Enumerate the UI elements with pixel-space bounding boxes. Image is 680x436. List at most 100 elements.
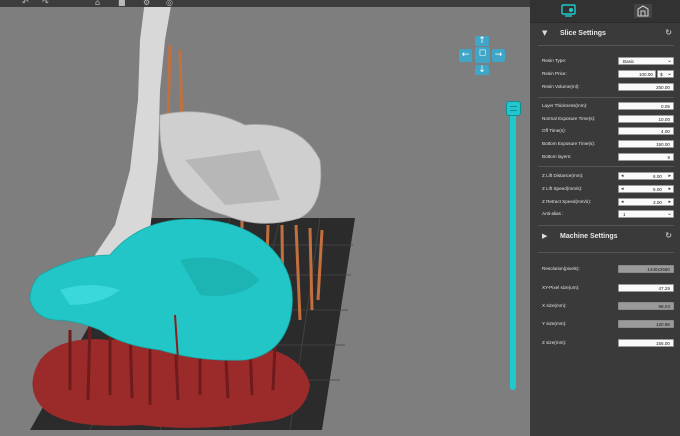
layer-thickness-row: Layer Thickness(mm): 0.05 <box>542 102 674 111</box>
anti-alias-label: Anti-alias : <box>542 211 564 216</box>
off-time-label: Off Time(s): <box>542 128 566 133</box>
refresh-icon[interactable]: ↻ <box>665 231 672 240</box>
view-cube-icon[interactable]: ◻ <box>475 47 490 63</box>
bottom-layers-input[interactable]: 6 <box>618 153 674 161</box>
currency-select[interactable]: $ ⌄ <box>657 70 674 78</box>
chevron-down-icon: ⌄ <box>666 70 672 77</box>
layer-thickness-label: Layer Thickness(mm): <box>542 103 588 108</box>
settings-icon[interactable]: ◎ <box>166 0 173 7</box>
xy-pixel-input[interactable]: 47.25 <box>618 284 674 292</box>
resin-type-value: Basic <box>623 59 635 64</box>
model-scene[interactable] <box>0 0 530 436</box>
divider <box>538 252 674 253</box>
z-lift-distance-row: Z Lift Distance(mm): ◂ 6.00 ▸ <box>542 172 674 181</box>
z-lift-distance-stepper[interactable]: ◂ 6.00 ▸ <box>618 172 674 180</box>
resin-type-label: Resin Type: <box>542 58 567 63</box>
layer-slider-handle[interactable] <box>506 101 521 116</box>
machine-tab-icon[interactable] <box>634 4 652 18</box>
layer-slider-track[interactable] <box>510 112 516 390</box>
z-lift-speed-row: Z Lift Speed(mm/s): ◂ 5.00 ▸ <box>542 185 674 194</box>
xy-pixel-label: XY-Pixel size(um): <box>542 285 580 290</box>
expand-triangle-icon[interactable]: ▶ <box>542 232 547 240</box>
anti-alias-row: Anti-alias : 1 ⌄ <box>542 210 674 219</box>
3d-viewport[interactable]: ↶ ↷ ⌂ ■ ⚙ ◎ ↑ ← ◻ → ↓ <box>0 0 530 436</box>
z-retract-speed-row: Z Retract Speed(mm/s): ◂ 3.00 ▸ <box>542 198 674 207</box>
resin-type-select[interactable]: Basic ⌄ <box>618 57 674 65</box>
resin-price-input[interactable]: 100.00 <box>618 70 656 78</box>
z-lift-speed-value: 5.00 <box>653 187 662 192</box>
bottom-layers-row: Bottom layers: 6 <box>542 153 674 162</box>
redo-icon[interactable]: ↷ <box>42 0 49 7</box>
decrement-icon[interactable]: ◂ <box>621 186 624 193</box>
view-navigation-cube: ↑ ← ◻ → ↓ <box>459 36 505 78</box>
x-size-label: X size(mm): <box>542 303 567 308</box>
settings-panel: ▼ Slice Settings ↻ Resin Type: Basic ⌄ R… <box>530 0 680 436</box>
increment-icon[interactable]: ▸ <box>668 186 671 193</box>
normal-exposure-row: Normal Exposure Time(s): 10.00 <box>542 115 674 124</box>
resin-volume-row: Resin Volume(ml): 250.00 <box>542 83 674 92</box>
slice-settings-header[interactable]: ▼ Slice Settings ↻ <box>536 27 676 43</box>
increment-icon[interactable]: ▸ <box>668 173 671 180</box>
z-retract-speed-label: Z Retract Speed(mm/s): <box>542 199 592 204</box>
slice-settings-tab-icon[interactable] <box>560 4 578 18</box>
layers-icon[interactable]: ⚙ <box>143 0 150 7</box>
resolution-row: Resolution(pixels): 1440x2560 <box>542 265 674 274</box>
normal-exposure-label: Normal Exposure Time(s): <box>542 116 596 121</box>
home-icon[interactable]: ⌂ <box>95 0 100 7</box>
machine-settings-header[interactable]: ▶ Machine Settings ↻ <box>536 230 676 246</box>
resin-type-row: Resin Type: Basic ⌄ <box>542 57 674 66</box>
z-size-row: Z size(mm): 155.00 <box>542 339 674 348</box>
z-lift-speed-label: Z Lift Speed(mm/s): <box>542 186 583 191</box>
off-time-input[interactable]: 4.00 <box>618 127 674 135</box>
pan-right-icon[interactable]: → <box>492 49 505 62</box>
pan-down-icon[interactable]: ↓ <box>475 65 489 75</box>
normal-exposure-input[interactable]: 10.00 <box>618 115 674 123</box>
z-retract-speed-value: 3.00 <box>653 200 662 205</box>
bottom-exposure-label: Bottom Exposure Time(s): <box>542 141 596 146</box>
divider <box>538 45 674 46</box>
decrement-icon[interactable]: ◂ <box>621 199 624 206</box>
undo-icon[interactable]: ↶ <box>22 0 29 7</box>
y-size-row: Y size(mm): 120.96 <box>542 320 674 329</box>
divider <box>538 225 674 226</box>
viewport-toolbar: ↶ ↷ ⌂ ■ ⚙ ◎ <box>0 0 530 7</box>
decrement-icon[interactable]: ◂ <box>621 173 624 180</box>
resin-price-value: 100.00 <box>638 72 653 77</box>
bottom-exposure-row: Bottom Exposure Time(s): 150.00 <box>542 140 674 149</box>
y-size-field: 120.96 <box>618 320 674 328</box>
xy-pixel-row: XY-Pixel size(um): 47.25 <box>542 284 674 293</box>
resin-volume-label: Resin Volume(ml): <box>542 84 580 89</box>
bottom-layers-label: Bottom layers: <box>542 154 572 159</box>
x-size-field: 68.04 <box>618 302 674 310</box>
increment-icon[interactable]: ▸ <box>668 199 671 206</box>
z-lift-speed-stepper[interactable]: ◂ 5.00 ▸ <box>618 185 674 193</box>
x-size-row: X size(mm): 68.04 <box>542 302 674 311</box>
currency-value: $ <box>660 72 663 77</box>
anti-alias-select[interactable]: 1 ⌄ <box>618 210 674 218</box>
bottom-exposure-input[interactable]: 150.00 <box>618 140 674 148</box>
refresh-icon[interactable]: ↻ <box>665 28 672 37</box>
chevron-down-icon: ⌄ <box>666 57 672 64</box>
resolution-field: 1440x2560 <box>618 265 674 273</box>
pan-up-icon[interactable]: ↑ <box>475 36 489 46</box>
machine-settings-title: Machine Settings <box>560 233 618 240</box>
layer-thickness-input[interactable]: 0.05 <box>618 102 674 110</box>
chevron-down-icon: ⌄ <box>666 210 672 217</box>
divider <box>538 166 674 167</box>
z-size-label: Z size(mm): <box>542 340 567 345</box>
slice-settings-title: Slice Settings <box>560 30 606 37</box>
pan-left-icon[interactable]: ← <box>459 49 472 62</box>
panel-tabs <box>530 0 680 23</box>
resin-volume-input[interactable]: 250.00 <box>618 83 674 91</box>
collapse-triangle-icon[interactable]: ▼ <box>542 29 547 37</box>
divider <box>538 97 674 98</box>
anti-alias-value: 1 <box>623 212 626 217</box>
off-time-row: Off Time(s): 4.00 <box>542 127 674 136</box>
z-retract-speed-stepper[interactable]: ◂ 3.00 ▸ <box>618 198 674 206</box>
resin-price-label: Resin Price: <box>542 71 567 76</box>
resolution-label: Resolution(pixels): <box>542 266 580 271</box>
z-lift-distance-value: 6.00 <box>653 174 662 179</box>
camera-icon[interactable]: ■ <box>118 0 126 7</box>
z-lift-distance-label: Z Lift Distance(mm): <box>542 173 584 178</box>
z-size-input[interactable]: 155.00 <box>618 339 674 347</box>
